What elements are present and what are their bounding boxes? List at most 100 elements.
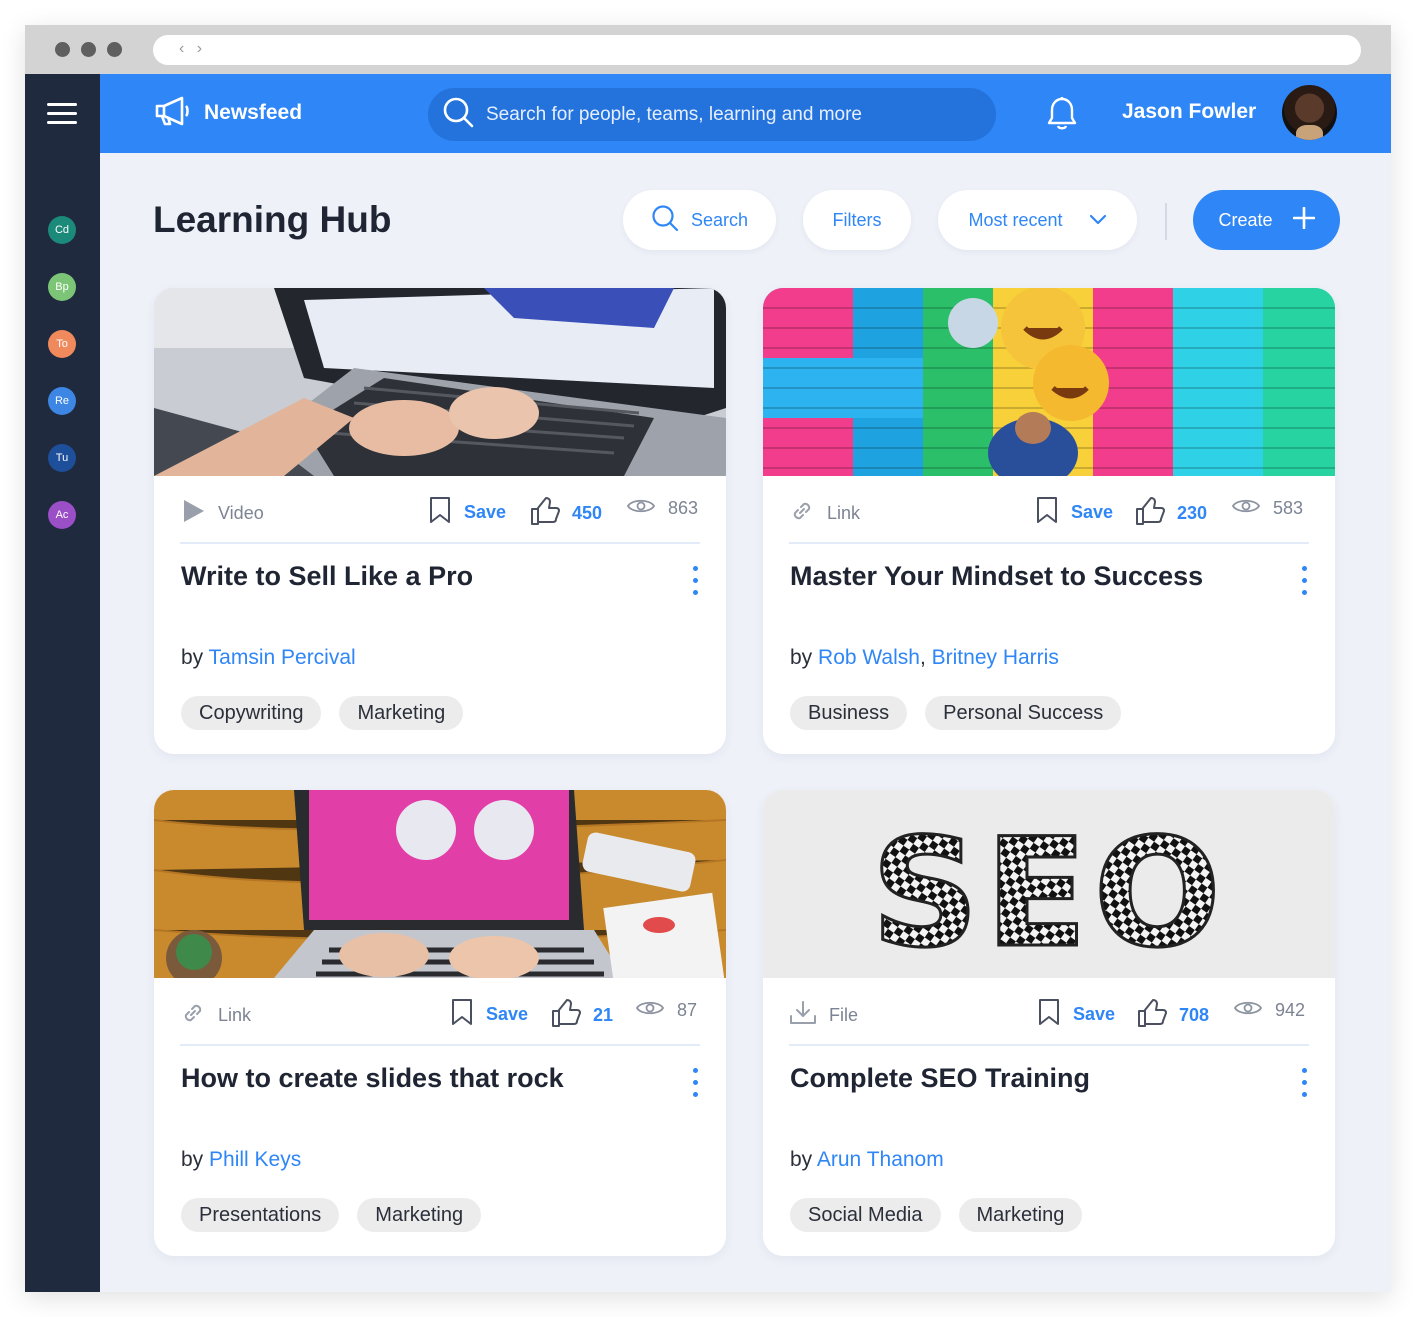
global-search[interactable] [428,88,996,141]
author-link[interactable]: Rob Walsh [818,646,920,669]
global-search-input[interactable] [486,103,956,126]
by-label: by [181,646,204,669]
team-badge[interactable]: Re [48,387,76,415]
save-button[interactable]: Save [1037,998,1115,1031]
content-type: File [789,1000,858,1031]
view-count-group: 942 [1233,998,1305,1023]
bookmark-icon [428,496,452,529]
thumbs-up-icon [1137,998,1169,1033]
content-type: Link [789,498,860,529]
save-label: Save [464,502,507,522]
like-button[interactable]: 230 [1135,496,1207,531]
more-options-icon[interactable] [1301,564,1309,598]
page-title: Learning Hub [153,199,392,240]
bookmark-icon [450,998,474,1031]
create-button[interactable]: Create [1193,190,1340,250]
team-badge[interactable]: Cd [48,216,76,244]
top-navigation-bar: Newsfeed Jason Fowler [100,74,1391,153]
sidebar: Cd Bp To Re Tu Ac [25,74,100,1292]
browser-window: ‹ › Cd Bp To Re Tu Ac Newsfeed Jason Fow… [25,25,1391,1292]
learning-card[interactable]: Link Save 230 583 Master Your Mindset to… [763,288,1335,754]
thumbs-up-icon [551,998,583,1033]
tag-list: Copywriting Marketing [181,696,464,730]
team-badge[interactable]: Ac [48,501,76,529]
save-button[interactable]: Save [1035,496,1113,529]
tag-chip[interactable]: Presentations [181,1198,340,1232]
tag-chip[interactable]: Marketing [339,696,464,730]
more-options-icon[interactable] [692,564,700,598]
learning-card[interactable]: SEO File Save 708 942 Complete SEO Train… [763,790,1335,1256]
card-divider [180,1044,700,1046]
by-label: by [790,646,813,669]
browser-chrome: ‹ › [25,25,1391,74]
content-search-button[interactable]: Search [623,190,776,250]
menu-icon[interactable] [47,103,77,124]
window-close-dot[interactable] [55,42,70,57]
card-thumbnail[interactable] [154,288,726,476]
card-title[interactable]: Write to Sell Like a Pro [181,560,611,593]
brand-label: Newsfeed [204,101,303,124]
more-options-icon[interactable] [692,1066,700,1100]
like-count: 21 [593,1005,614,1025]
view-count: 583 [1273,498,1304,518]
tag-list: Business Personal Success [790,696,1122,730]
author-link[interactable]: Tamsin Percival [209,646,356,669]
bookmark-icon [1035,496,1059,529]
filters-button[interactable]: Filters [803,190,911,250]
search-button-label: Search [690,209,749,230]
like-button[interactable]: 450 [530,496,602,531]
like-button[interactable]: 21 [551,998,613,1033]
notification-bell-icon[interactable] [1046,96,1078,137]
card-title[interactable]: How to create slides that rock [181,1062,611,1095]
team-badge[interactable]: To [48,330,76,358]
by-label: by [790,1148,813,1171]
card-thumbnail[interactable] [154,790,726,978]
learning-card[interactable]: Video Save 450 863 Write to Sell Like a … [154,288,726,754]
team-badge[interactable]: Bp [48,273,76,301]
window-maximize-dot[interactable] [107,42,122,57]
more-options-icon[interactable] [1301,1066,1309,1100]
view-count-group: 863 [626,496,698,521]
search-icon [651,204,679,237]
tag-chip[interactable]: Marketing [357,1198,482,1232]
view-count: 863 [668,498,699,518]
save-label: Save [486,1004,529,1024]
tag-chip[interactable]: Personal Success [925,696,1122,730]
content-type-label: Link [218,1005,252,1025]
like-count: 230 [1177,503,1208,523]
tag-list: Social Media Marketing [790,1198,1083,1232]
tag-chip[interactable]: Marketing [958,1198,1083,1232]
sort-dropdown[interactable]: Most recent [938,190,1137,250]
author-link[interactable]: Phill Keys [209,1148,301,1171]
tag-chip[interactable]: Business [790,696,908,730]
card-title[interactable]: Master Your Mindset to Success [790,560,1220,593]
play-icon [180,498,206,529]
card-thumbnail[interactable] [763,288,1335,476]
card-divider [789,1044,1309,1046]
save-button[interactable]: Save [428,496,506,529]
newsfeed-link[interactable]: Newsfeed [154,96,303,129]
like-button[interactable]: 708 [1137,998,1209,1033]
content-type: Video [180,498,264,529]
author-link[interactable]: Britney Harris [932,646,1059,669]
nav-arrows-icon[interactable]: ‹ › [179,40,206,58]
content-type-label: File [829,1005,859,1025]
author-separator: , [919,646,932,669]
author-link[interactable]: Arun Thanom [817,1148,944,1171]
user-name[interactable]: Jason Fowler [1122,100,1256,124]
team-badge[interactable]: Tu [48,444,76,472]
card-byline: by Arun Thanom [790,1148,944,1172]
card-title[interactable]: Complete SEO Training [790,1062,1220,1095]
eye-icon [635,998,665,1023]
card-thumbnail[interactable]: SEO [763,790,1335,978]
user-avatar[interactable] [1282,85,1337,140]
card-byline: by Phill Keys [181,1148,301,1172]
tag-chip[interactable]: Copywriting [181,696,322,730]
tag-chip[interactable]: Social Media [790,1198,941,1232]
card-divider [180,542,700,544]
learning-card[interactable]: Link Save 21 87 How to create slides tha… [154,790,726,1256]
save-button[interactable]: Save [450,998,528,1031]
address-bar[interactable]: ‹ › [153,35,1361,65]
eye-icon [626,496,656,521]
window-minimize-dot[interactable] [81,42,96,57]
